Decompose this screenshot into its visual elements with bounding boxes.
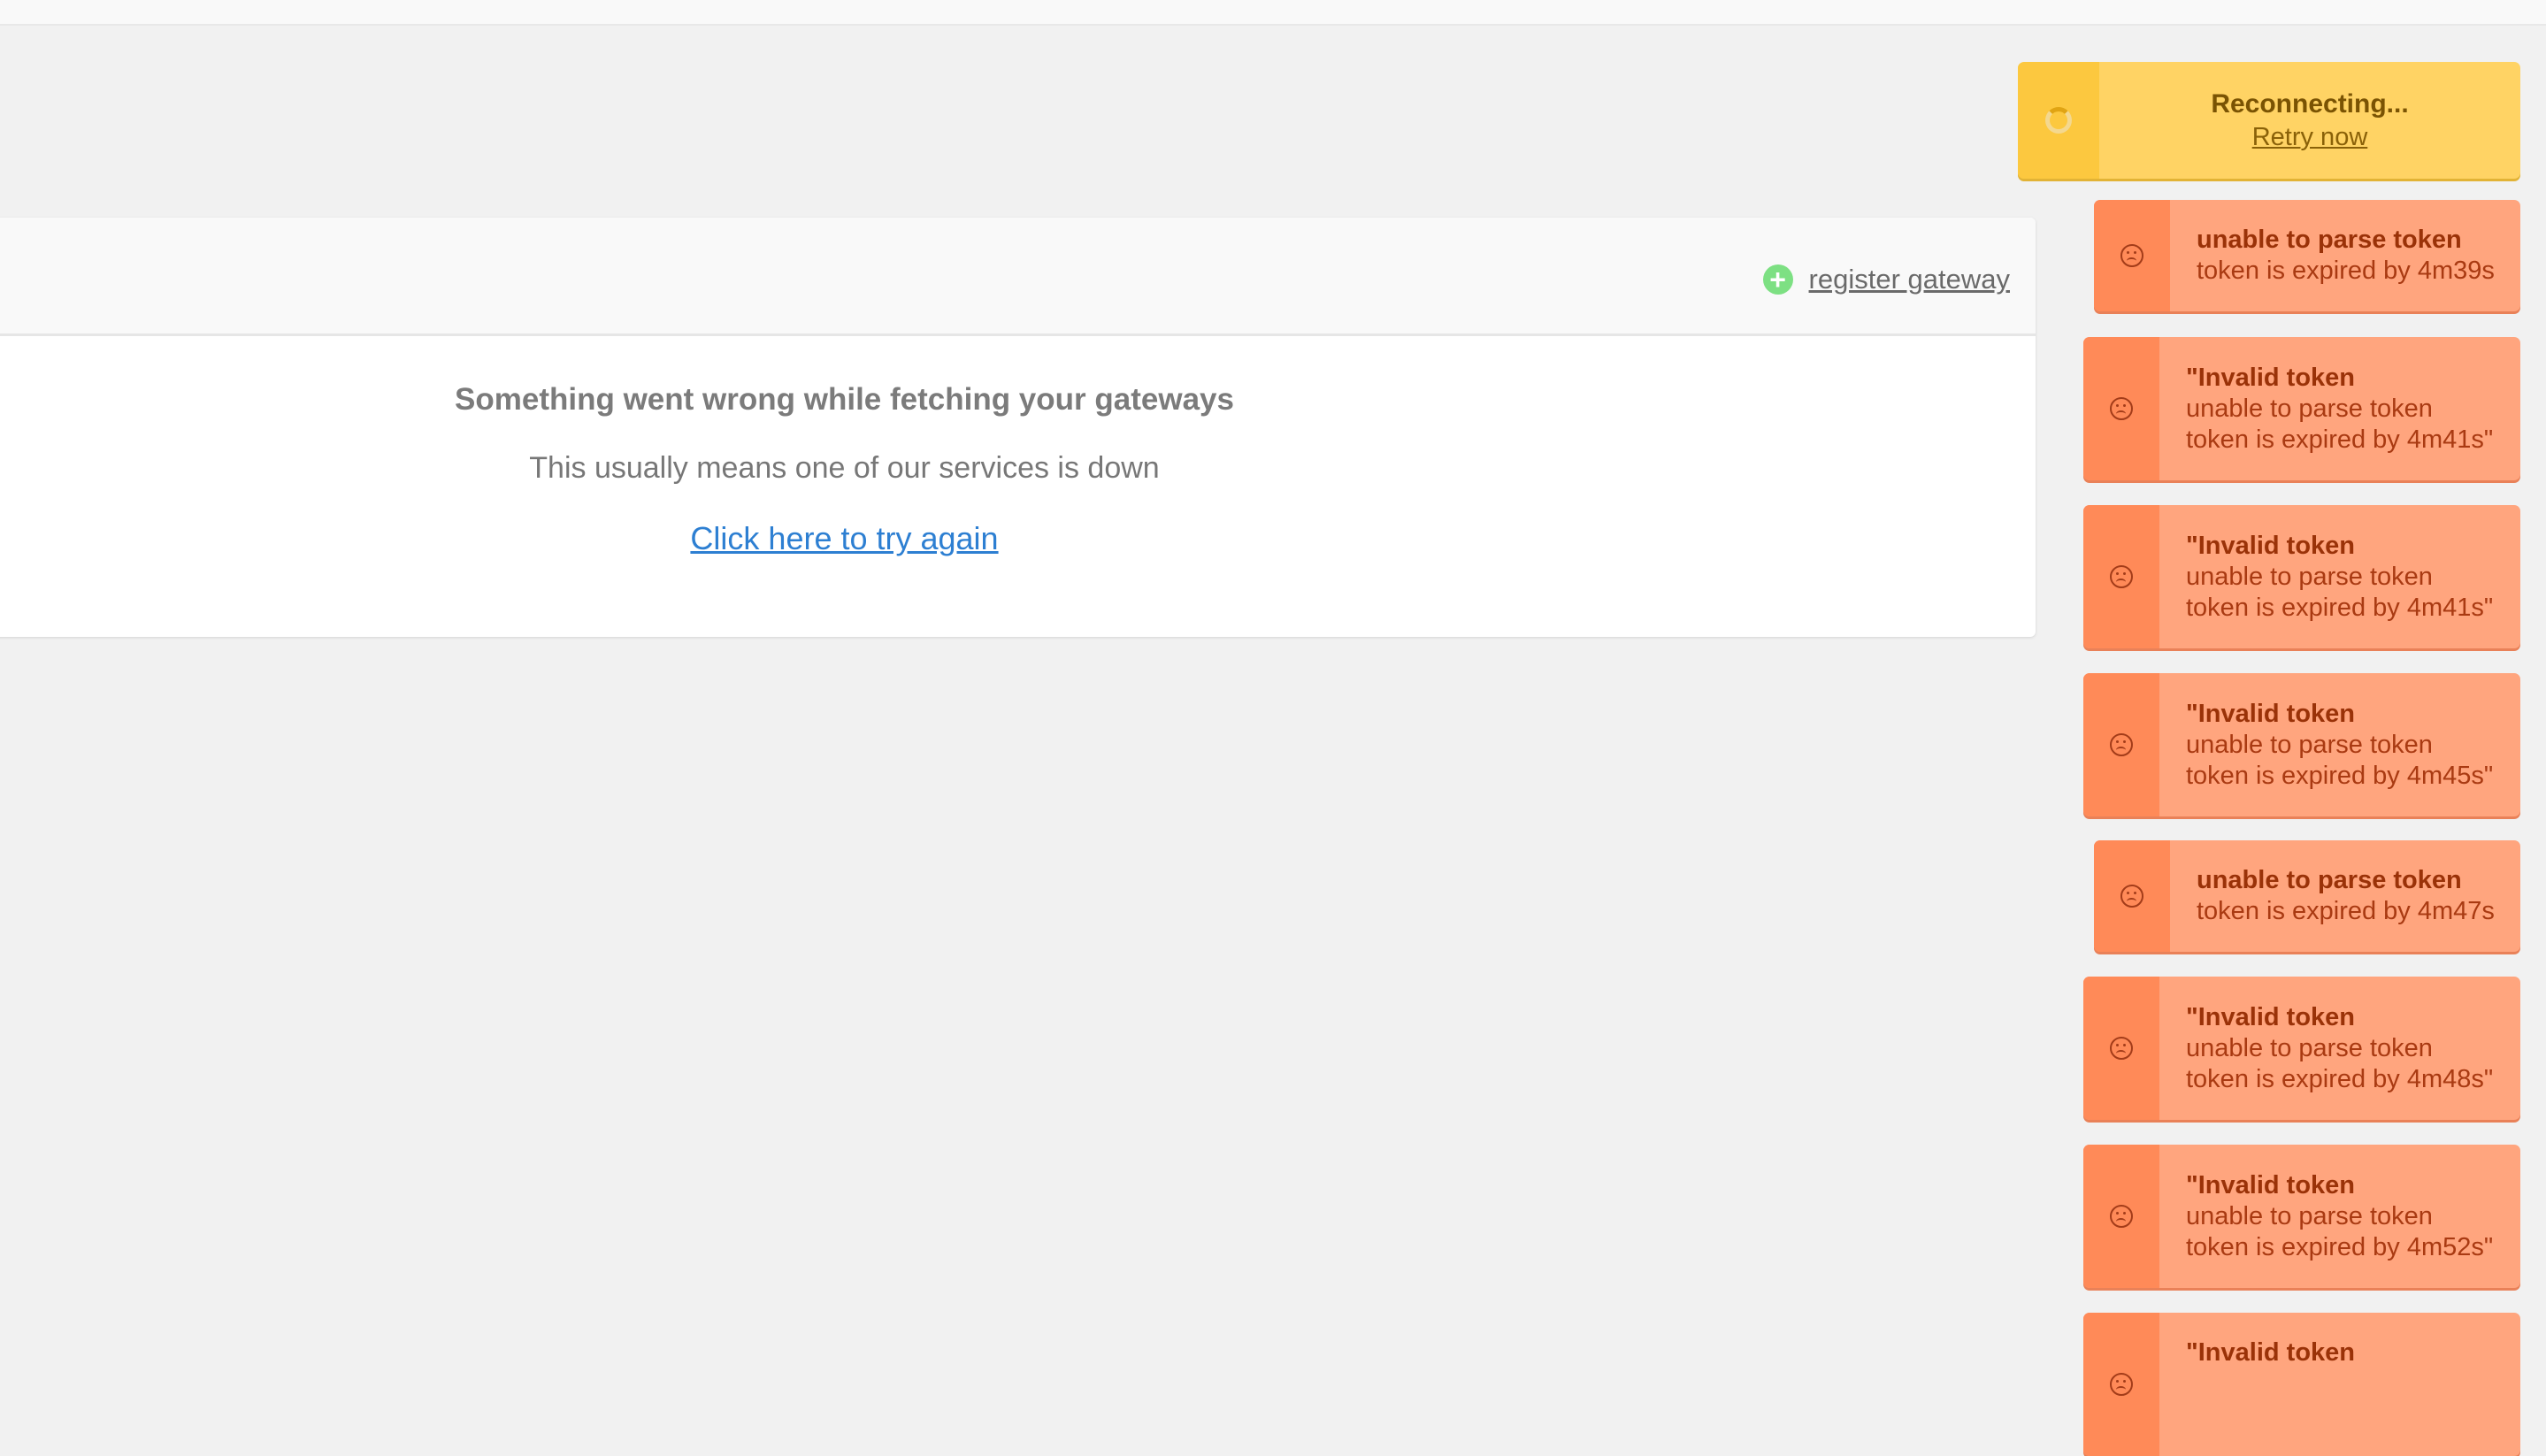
toast-text: "Invalid token: [2159, 1313, 2355, 1456]
sad-face-icon: [2110, 1037, 2133, 1060]
spinner-icon: [2045, 107, 2072, 134]
error-toast[interactable]: "Invalid token unable to parse token token…: [2083, 977, 2520, 1120]
register-gateway-label: register gateway: [1808, 264, 2010, 295]
try-again-link[interactable]: Click here to try again: [0, 520, 1698, 557]
sad-face-icon: [2110, 397, 2133, 420]
reconnecting-notification: Reconnecting... Retry now: [2018, 62, 2520, 179]
toast-title: unable to parse token: [2197, 226, 2462, 254]
reconnect-icon-box: [2018, 62, 2099, 179]
toast-icon-box: [2083, 337, 2159, 480]
toast-message-line: token is expired by 4m52s": [2186, 1232, 2494, 1261]
sad-face-icon: [2120, 885, 2143, 908]
toast-message-line: token is expired by 4m48s": [2186, 1064, 2494, 1093]
toast-text: "Invalid token unable to parse token token…: [2159, 673, 2493, 816]
toast-message-line: unable to parse token: [2186, 1033, 2433, 1062]
toast-message-line: unable to parse token: [2186, 1201, 2433, 1230]
toast-icon-box: [2083, 1145, 2159, 1288]
toast-text: unable to parse token token is expired by…: [2170, 200, 2495, 311]
toast-message-line: token is expired by 4m45s": [2186, 761, 2494, 790]
toast-title: "Invalid token: [2186, 699, 2356, 728]
toast-text: "Invalid token unable to parse token token…: [2159, 505, 2493, 648]
error-subtitle: This usually means one of our services i…: [529, 451, 1160, 485]
toast-message-line: token is expired by 4m47s: [2197, 897, 2495, 925]
toast-message-line: token is expired by 4m39s: [2197, 257, 2495, 285]
toast-icon-box: [2094, 840, 2170, 952]
toast-text: "Invalid token unable to parse token token…: [2159, 977, 2493, 1120]
retry-now-link[interactable]: Retry now: [2252, 123, 2368, 152]
toast-message-line: unable to parse token: [2186, 394, 2433, 423]
toast-title: unable to parse token: [2197, 866, 2462, 894]
toast-message-line: unable to parse token: [2186, 562, 2433, 591]
register-gateway-link[interactable]: + register gateway: [1762, 264, 2010, 295]
error-toast[interactable]: unable to parse token token is expired by…: [2094, 200, 2520, 311]
toast-text: "Invalid token unable to parse token token…: [2159, 337, 2493, 480]
error-toast[interactable]: "Invalid token: [2083, 1313, 2520, 1456]
plus-circle-icon: +: [1762, 264, 1793, 295]
toast-title: "Invalid token: [2186, 531, 2356, 560]
toast-title: "Invalid token: [2186, 1002, 2356, 1031]
error-toast[interactable]: "Invalid token unable to parse token token…: [2083, 337, 2520, 480]
sad-face-icon: [2110, 733, 2133, 756]
toast-message-line: token is expired by 4m41s": [2186, 425, 2494, 454]
gateways-panel: + register gateway Something went wrong …: [0, 218, 2036, 637]
error-toast[interactable]: "Invalid token unable to parse token token…: [2083, 673, 2520, 816]
error-title: Something went wrong while fetching your…: [455, 382, 1234, 417]
toast-title: "Invalid token: [2186, 1338, 2356, 1367]
reconnect-title: Reconnecting...: [2211, 88, 2409, 119]
top-bar: [0, 0, 2546, 26]
toast-text: "Invalid token unable to parse token token…: [2159, 1145, 2493, 1288]
toast-icon-box: [2083, 673, 2159, 816]
toast-message-line: unable to parse token: [2186, 730, 2433, 759]
toast-icon-box: [2094, 200, 2170, 311]
toast-icon-box: [2083, 505, 2159, 648]
sad-face-icon: [2120, 244, 2143, 267]
sad-face-icon: [2110, 565, 2133, 588]
toast-title: "Invalid token: [2186, 363, 2356, 392]
sad-face-icon: [2110, 1373, 2133, 1396]
reconnect-text: Reconnecting... Retry now: [2099, 62, 2520, 179]
toast-title: "Invalid token: [2186, 1170, 2356, 1199]
toast-icon-box: [2083, 977, 2159, 1120]
error-toast[interactable]: unable to parse token token is expired by…: [2094, 840, 2520, 952]
error-toast[interactable]: "Invalid token unable to parse token token…: [2083, 1145, 2520, 1288]
toast-message-line: token is expired by 4m41s": [2186, 593, 2494, 622]
error-toast[interactable]: "Invalid token unable to parse token token…: [2083, 505, 2520, 648]
sad-face-icon: [2110, 1205, 2133, 1228]
toast-icon-box: [2083, 1313, 2159, 1456]
panel-header: + register gateway: [0, 218, 2036, 336]
toast-text: unable to parse token token is expired by…: [2170, 840, 2495, 952]
